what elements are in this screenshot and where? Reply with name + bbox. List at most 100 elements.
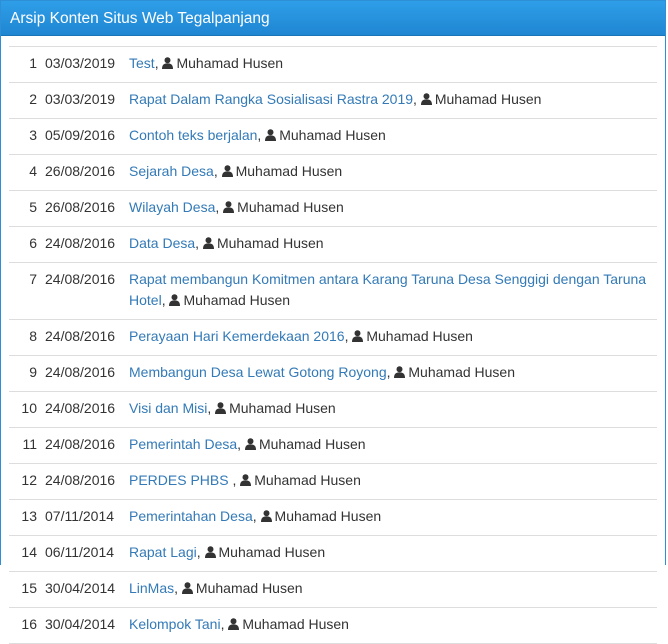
post-cell: Contoh teks berjalan, Muhamad Husen (129, 118, 657, 155)
archive-panel: Arsip Konten Situs Web Tegalpanjang 1 03… (0, 0, 666, 644)
user-icon (244, 435, 256, 456)
post-title-link[interactable]: Perayaan Hari Kemerdekaan 2016 (129, 328, 345, 344)
table-row: 3 05/09/2016 Contoh teks berjalan, Muham… (9, 118, 657, 155)
post-title-link[interactable]: Data Desa (129, 235, 195, 251)
comma-separator: , (215, 199, 224, 215)
table-row: 5 26/08/2016 Wilayah Desa, Muhamad Husen (9, 190, 657, 227)
user-icon (221, 162, 233, 183)
post-title-link[interactable]: Visi dan Misi (129, 400, 207, 416)
post-title-link[interactable]: Contoh teks berjalan (129, 127, 257, 143)
post-cell: Rapat membangun Komitmen antara Karang T… (129, 262, 657, 320)
table-row: 7 24/08/2016 Rapat membangun Komitmen an… (9, 262, 657, 320)
post-cell: Perayaan Hari Kemerdekaan 2016, Muhamad … (129, 319, 657, 356)
table-row: 2 03/03/2019 Rapat Dalam Rangka Sosialis… (9, 82, 657, 119)
post-title-link[interactable]: Membangun Desa Lewat Gotong Royong (129, 364, 387, 380)
table-row: 8 24/08/2016 Perayaan Hari Kemerdekaan 2… (9, 319, 657, 356)
post-title-link[interactable]: Pemerintahan Desa (129, 508, 253, 524)
post-cell: PERDES PHBS , Muhamad Husen (129, 463, 657, 500)
post-title-link[interactable]: Test (129, 55, 155, 71)
post-date: 30/04/2014 (45, 571, 129, 608)
comma-separator: , (344, 328, 353, 344)
row-number: 9 (9, 355, 45, 392)
panel-body: 1 03/03/2019 Test, Muhamad Husen 2 03/03… (1, 36, 665, 644)
table-row: 10 24/08/2016 Visi dan Misi, Muhamad Hus… (9, 391, 657, 428)
post-date: 30/04/2014 (45, 607, 129, 644)
row-number: 6 (9, 226, 45, 263)
row-number: 15 (9, 571, 45, 608)
post-title-link[interactable]: Kelompok Tani (129, 616, 221, 632)
user-icon (260, 507, 272, 528)
user-icon (265, 126, 277, 147)
post-author: Muhamad Husen (279, 127, 386, 143)
post-cell: Rapat Dalam Rangka Sosialisasi Rastra 20… (129, 82, 657, 119)
row-number: 14 (9, 535, 45, 572)
table-row: 9 24/08/2016 Membangun Desa Lewat Gotong… (9, 355, 657, 392)
post-date: 26/08/2016 (45, 190, 129, 227)
post-cell: Pemerintahan Desa, Muhamad Husen (129, 499, 657, 536)
panel-title: Arsip Konten Situs Web Tegalpanjang (1, 1, 665, 36)
post-cell: Wilayah Desa, Muhamad Husen (129, 190, 657, 227)
table-row: 1 03/03/2019 Test, Muhamad Husen (9, 46, 657, 83)
user-icon (240, 471, 252, 492)
post-cell: Membangun Desa Lewat Gotong Royong, Muha… (129, 355, 657, 392)
row-number: 1 (9, 46, 45, 83)
comma-separator: , (232, 472, 241, 488)
post-author: Muhamad Husen (216, 235, 324, 251)
post-author: Muhamad Husen (434, 91, 542, 107)
row-number: 3 (9, 118, 45, 155)
row-number: 8 (9, 319, 45, 356)
row-number: 13 (9, 499, 45, 536)
table-row: 15 30/04/2014 LinMas, Muhamad Husen (9, 571, 657, 608)
comma-separator: , (237, 436, 245, 452)
post-author: Muhamad Husen (235, 163, 343, 179)
row-number: 5 (9, 190, 45, 227)
post-cell: Visi dan Misi, Muhamad Husen (129, 391, 657, 428)
post-author: Muhamad Husen (237, 199, 344, 215)
row-number: 12 (9, 463, 45, 500)
row-number: 7 (9, 262, 45, 320)
table-row: 4 26/08/2016 Sejarah Desa, Muhamad Husen (9, 154, 657, 191)
post-title-link[interactable]: Rapat Lagi (129, 544, 197, 560)
post-cell: Sejarah Desa, Muhamad Husen (129, 154, 657, 191)
table-row: 6 24/08/2016 Data Desa, Muhamad Husen (9, 226, 657, 263)
post-title-link[interactable]: Pemerintah Desa (129, 436, 237, 452)
table-row: 13 07/11/2014 Pemerintahan Desa, Muhamad… (9, 499, 657, 536)
post-title-link[interactable]: LinMas (129, 580, 174, 596)
comma-separator: , (252, 508, 261, 524)
post-title-link[interactable]: Rapat Dalam Rangka Sosialisasi Rastra 20… (129, 91, 413, 107)
post-author: Muhamad Husen (229, 400, 336, 416)
post-date: 03/03/2019 (45, 46, 129, 83)
post-author: Muhamad Husen (176, 55, 284, 71)
comma-separator: , (174, 580, 182, 596)
user-icon (162, 54, 174, 75)
comma-separator: , (154, 55, 163, 71)
post-title-link[interactable]: PERDES PHBS (129, 472, 232, 488)
post-title-link[interactable]: Wilayah Desa (129, 199, 215, 215)
comma-separator: , (196, 544, 205, 560)
post-cell: Rapat Lagi, Muhamad Husen (129, 535, 657, 572)
table-row: 14 06/11/2014 Rapat Lagi, Muhamad Husen (9, 535, 657, 572)
user-icon (394, 363, 406, 384)
post-date: 05/09/2016 (45, 118, 129, 155)
post-date: 26/08/2016 (45, 154, 129, 191)
post-author: Muhamad Husen (254, 472, 361, 488)
post-date: 24/08/2016 (45, 463, 129, 500)
row-number: 2 (9, 82, 45, 119)
post-author: Muhamad Husen (218, 544, 326, 560)
user-icon (420, 90, 432, 111)
post-date: 24/08/2016 (45, 427, 129, 464)
post-cell: Pemerintah Desa, Muhamad Husen (129, 427, 657, 464)
user-icon (352, 327, 364, 348)
user-icon (228, 615, 240, 636)
post-date: 03/03/2019 (45, 82, 129, 119)
user-icon (169, 291, 181, 312)
user-icon (215, 399, 227, 420)
post-author: Muhamad Husen (242, 616, 349, 632)
user-icon (181, 579, 193, 600)
comma-separator: , (386, 364, 395, 380)
post-date: 24/08/2016 (45, 226, 129, 263)
comma-separator: , (413, 91, 421, 107)
post-cell: LinMas, Muhamad Husen (129, 571, 657, 608)
post-title-link[interactable]: Sejarah Desa (129, 163, 214, 179)
post-date: 24/08/2016 (45, 391, 129, 428)
